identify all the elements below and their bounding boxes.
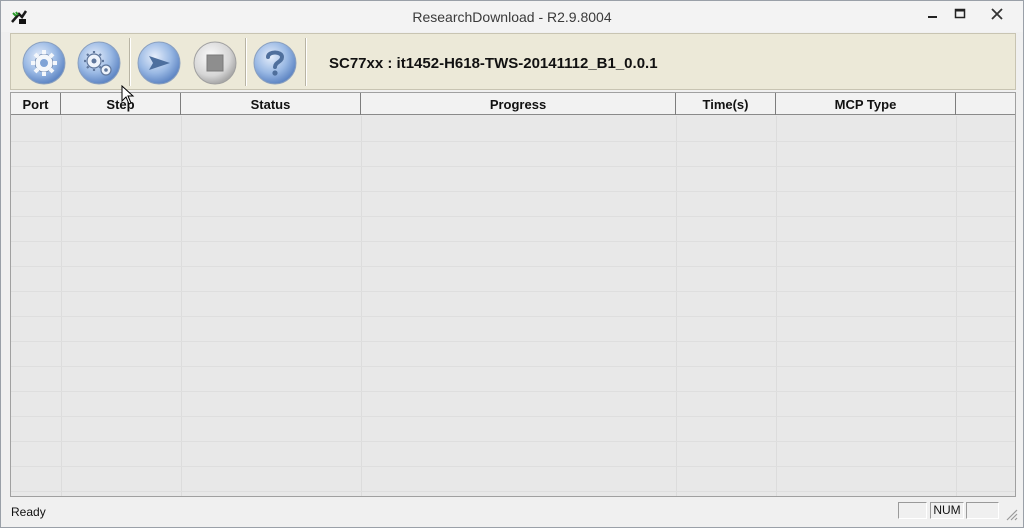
toolbar-separator: [245, 38, 246, 86]
gear-icon: [22, 41, 66, 85]
column-header-port[interactable]: Port: [11, 93, 61, 115]
product-label: SC77xx : it1452-H618-TWS-20141112_B1_0.0…: [329, 55, 658, 72]
start-download-button[interactable]: [136, 40, 182, 86]
column-header-status[interactable]: Status: [181, 93, 361, 115]
grid-body: [11, 116, 1015, 496]
stop-download-button[interactable]: [192, 40, 238, 86]
port-list-grid[interactable]: Port Step Status Progress Time(s) MCP Ty…: [10, 92, 1016, 497]
grid-row-line: [11, 166, 1015, 167]
help-icon: [253, 41, 297, 85]
grid-row-line: [11, 391, 1015, 392]
column-header-time[interactable]: Time(s): [676, 93, 776, 115]
grid-column-line: [361, 116, 362, 496]
toolbar: SC77xx : it1452-H618-TWS-20141112_B1_0.0…: [10, 33, 1016, 90]
status-panel-caps: [898, 502, 927, 519]
mouse-cursor-icon: [121, 85, 135, 105]
grid-row-line: [11, 441, 1015, 442]
close-button[interactable]: [977, 3, 1017, 25]
load-packet-button[interactable]: [21, 40, 67, 86]
grid-column-line: [61, 116, 62, 496]
grid-header: Port Step Status Progress Time(s) MCP Ty…: [11, 93, 1015, 115]
maximize-icon: [954, 8, 966, 19]
grid-row-line: [11, 316, 1015, 317]
grid-row-line: [11, 191, 1015, 192]
minimize-icon: [928, 16, 937, 18]
grid-row-line: [11, 366, 1015, 367]
grid-row-line: [11, 491, 1015, 492]
grid-row-line: [11, 416, 1015, 417]
toolbar-separator: [305, 38, 306, 86]
toolbar-separator: [129, 38, 130, 86]
grid-row-line: [11, 216, 1015, 217]
grid-row-line: [11, 341, 1015, 342]
grid-row-line: [11, 266, 1015, 267]
play-icon: [137, 41, 181, 85]
grid-column-line: [181, 116, 182, 496]
stop-icon: [193, 41, 237, 85]
window-title: ResearchDownload - R2.9.8004: [412, 9, 612, 25]
settings-button[interactable]: [76, 40, 122, 86]
status-panel-scroll: [966, 502, 999, 519]
maximize-button[interactable]: [947, 3, 973, 25]
grid-column-line: [676, 116, 677, 496]
grid-column-line: [956, 116, 957, 496]
grid-row-line: [11, 241, 1015, 242]
column-header-extra[interactable]: [956, 93, 1015, 115]
settings-gears-icon: [77, 41, 121, 85]
status-panel-num: NUM: [930, 502, 964, 519]
close-icon: [991, 8, 1003, 20]
resize-grip-icon[interactable]: [1004, 507, 1018, 521]
column-header-progress[interactable]: Progress: [361, 93, 676, 115]
grid-row-line: [11, 466, 1015, 467]
help-button[interactable]: [252, 40, 298, 86]
grid-row-line: [11, 291, 1015, 292]
status-bar: Ready NUM: [1, 499, 1023, 527]
title-bar[interactable]: ResearchDownload - R2.9.8004: [1, 1, 1023, 32]
status-text: Ready: [11, 505, 46, 519]
column-header-mcp-type[interactable]: MCP Type: [776, 93, 956, 115]
app-window: ResearchDownload - R2.9.8004 SC77xx: it…: [0, 0, 1024, 528]
minimize-button[interactable]: [920, 3, 946, 25]
grid-row-line: [11, 141, 1015, 142]
grid-column-line: [776, 116, 777, 496]
